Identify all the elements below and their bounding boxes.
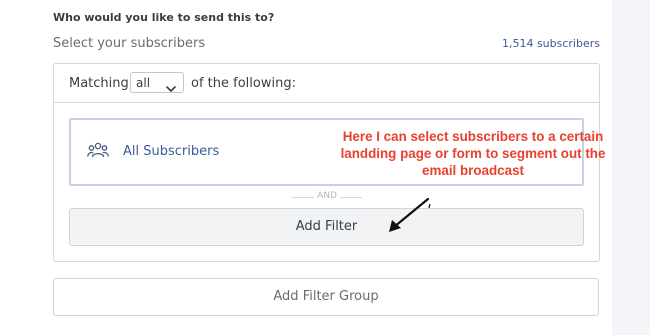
annotation-arrow-icon	[380, 195, 436, 241]
matching-suffix-label: of the following:	[191, 76, 296, 91]
separator-line-left	[292, 197, 314, 198]
annotation-line: email broadcast	[422, 163, 524, 178]
separator-line-right	[340, 197, 362, 198]
matching-prefix-label: Matching	[69, 76, 129, 91]
annotation-note: Here I can select subscribers to a certa…	[323, 128, 623, 179]
annotation-line: landding page or form to segment out the	[340, 146, 606, 161]
broadcast-recipients-page: Who would you like to send this to? Sele…	[0, 0, 650, 335]
add-filter-group-button[interactable]: Add Filter Group	[53, 278, 599, 316]
recipients-question: Who would you like to send this to?	[53, 11, 275, 24]
select-subscribers-label: Select your subscribers	[53, 36, 206, 51]
and-label: AND	[317, 191, 337, 201]
users-icon	[87, 142, 109, 164]
filter-label: All Subscribers	[123, 144, 220, 159]
match-mode-select[interactable]: all	[130, 72, 184, 93]
annotation-line: Here I can select subscribers to a certa…	[342, 129, 604, 144]
and-separator: AND	[54, 191, 599, 203]
add-filter-button[interactable]: Add Filter	[69, 208, 584, 246]
chevron-down-icon	[166, 78, 176, 97]
subscriber-count-link[interactable]: 1,514 subscribers	[502, 37, 600, 50]
matching-row: Matching all of the following:	[54, 64, 599, 103]
match-mode-value: all	[136, 76, 151, 90]
